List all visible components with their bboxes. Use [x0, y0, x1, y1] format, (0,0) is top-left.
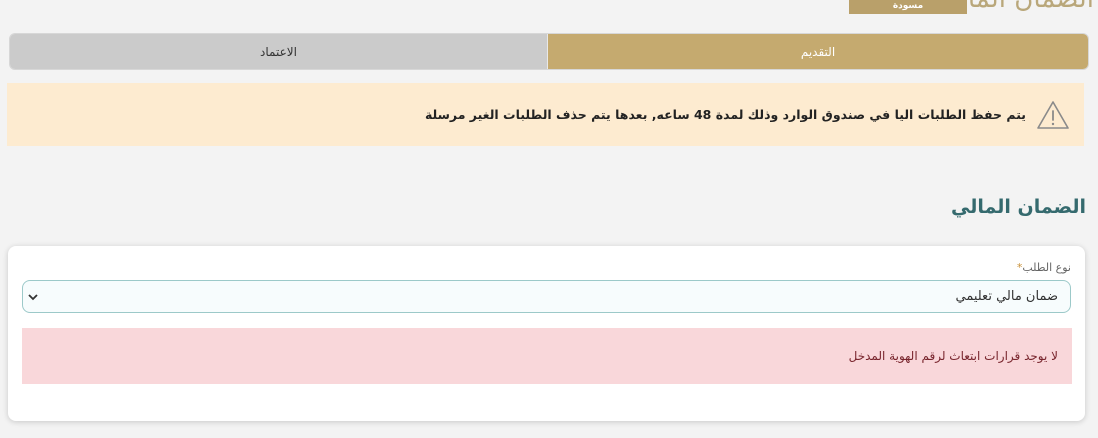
warning-text: يتم حفظ الطلبات اليا في صندوق الوارد وذل…: [424, 107, 1026, 122]
step-approval[interactable]: الاعتماد: [10, 34, 548, 69]
step-approval-label: الاعتماد: [260, 44, 297, 59]
error-alert: لا يوجد قرارات ابتعاث لرقم الهوية المدخل: [22, 328, 1072, 384]
request-type-value: ضمان مالي تعليمي: [955, 289, 1058, 304]
warning-alert: يتم حفظ الطلبات اليا في صندوق الوارد وذل…: [7, 83, 1084, 146]
stepper: الاعتماد التقديم: [9, 33, 1089, 70]
form-card: نوع الطلب* ضمان مالي تعليمي لا يوجد قرار…: [8, 246, 1085, 421]
warning-triangle-icon: [1037, 100, 1069, 129]
step-submission[interactable]: التقديم: [548, 34, 1088, 69]
request-type-label: نوع الطلب: [1022, 261, 1071, 274]
error-text: لا يوجد قرارات ابتعاث لرقم الهوية المدخل: [848, 349, 1058, 363]
status-badge: مسودة: [849, 0, 967, 14]
step-submission-label: التقديم: [800, 44, 836, 59]
chevron-down-icon: [28, 293, 38, 300]
request-type-label-row: نوع الطلب*: [1015, 261, 1071, 274]
request-type-select[interactable]: ضمان مالي تعليمي: [22, 280, 1071, 313]
section-heading: الضمان المالي: [951, 196, 1086, 218]
